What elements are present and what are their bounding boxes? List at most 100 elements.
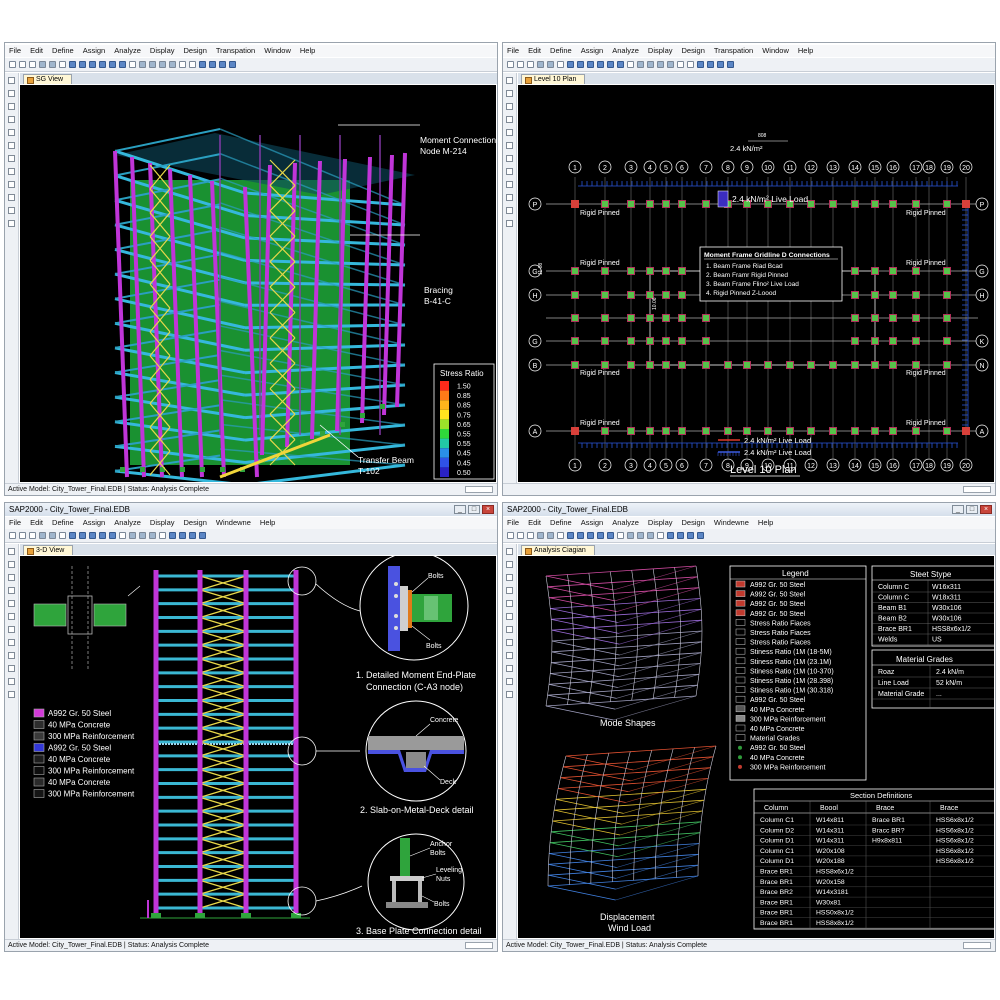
zoom-fit-icon[interactable] [99,61,106,68]
analysis-canvas[interactable]: Mode Shapes Displacement Wind Load Legen… [518,556,994,938]
draw-point-icon[interactable] [506,155,513,162]
menu-item[interactable]: Analyze [114,517,141,529]
draw-area-icon[interactable] [8,600,15,607]
pan-icon[interactable] [119,61,126,68]
select-all-icon[interactable] [506,181,513,188]
help-icon[interactable] [727,61,734,68]
view-3d-icon[interactable] [139,61,146,68]
view-xy-icon[interactable] [139,532,146,539]
draw-brace-icon[interactable] [8,587,15,594]
undo-icon[interactable] [537,532,544,539]
menu-item[interactable]: Design [682,517,705,529]
save-icon[interactable] [527,532,534,539]
save-icon[interactable] [527,61,534,68]
menu-item[interactable]: Window [264,45,291,57]
menu-item[interactable]: Assign [83,517,106,529]
menu-item[interactable]: Windewne [216,517,251,529]
draw-point-icon[interactable] [506,626,513,633]
new-file-icon[interactable] [507,532,514,539]
draw-brace-icon[interactable] [506,116,513,123]
tab-sg-view[interactable]: SG View [23,74,73,84]
menu-item[interactable]: File [9,517,21,529]
section-cut-icon[interactable] [8,168,15,175]
menu-item[interactable]: Windewne [714,517,749,529]
redo-icon[interactable] [49,61,56,68]
save-icon[interactable] [29,532,36,539]
menu-item[interactable]: File [9,45,21,57]
zoom-out-icon[interactable] [89,532,96,539]
menu-item[interactable]: Define [52,45,74,57]
view-yz-icon[interactable] [169,61,176,68]
measure-icon[interactable] [506,220,513,227]
draw-area-icon[interactable] [506,129,513,136]
menu-item[interactable]: Transpation [216,45,255,57]
view-xy-icon[interactable] [637,532,644,539]
menu-item[interactable]: Transpation [714,45,753,57]
table-icon[interactable] [707,61,714,68]
reshape-icon[interactable] [8,561,15,568]
section-cut-icon[interactable] [506,168,513,175]
rotate-icon[interactable] [677,61,684,68]
view-xz-icon[interactable] [149,532,156,539]
undo-icon[interactable] [537,61,544,68]
lock-icon[interactable] [557,532,564,539]
zoom-out-icon[interactable] [587,532,594,539]
section-cut-icon[interactable] [506,639,513,646]
display-icon[interactable] [219,61,226,68]
tab-3d-view[interactable]: 3-D View [23,545,74,555]
display-icon[interactable] [189,532,196,539]
menu-item[interactable]: Design [682,45,705,57]
tab-level-10-plan[interactable]: Level 10 Plan [521,74,586,84]
select-icon[interactable] [617,532,624,539]
draw-wall-icon[interactable] [506,613,513,620]
menu-item[interactable]: File [507,517,519,529]
draw-area-icon[interactable] [506,600,513,607]
draw-point-icon[interactable] [8,155,15,162]
grid-icon[interactable] [697,61,704,68]
view-xy-icon[interactable] [149,61,156,68]
assign-icon[interactable] [506,678,513,685]
draw-brace-icon[interactable] [8,116,15,123]
assign-icon[interactable] [8,207,15,214]
menu-item[interactable]: Help [758,517,773,529]
open-icon[interactable] [19,532,26,539]
pointer-icon[interactable] [506,548,513,555]
reshape-icon[interactable] [8,90,15,97]
menu-item[interactable]: Define [550,517,572,529]
measure-icon[interactable] [8,220,15,227]
draw-wall-icon[interactable] [8,142,15,149]
new-file-icon[interactable] [507,61,514,68]
deselect-icon[interactable] [8,194,15,201]
menu-item[interactable]: Define [550,45,572,57]
menu-item[interactable]: Define [52,517,74,529]
perspective-icon[interactable] [189,61,196,68]
3d-view-canvas[interactable]: A992 Gr. 50 Steel 40 MPa Concrete 300 MPa … [20,556,496,938]
open-icon[interactable] [517,61,524,68]
table-icon[interactable] [677,532,684,539]
zoom-icon[interactable] [567,61,574,68]
select-icon[interactable] [129,61,136,68]
reshape-icon[interactable] [506,561,513,568]
maximize-button[interactable]: □ [966,505,978,514]
menu-item[interactable]: Window [762,45,789,57]
select-all-icon[interactable] [8,652,15,659]
menu-item[interactable]: Analyze [114,45,141,57]
menu-item[interactable]: Edit [528,517,541,529]
zoom-in-icon[interactable] [79,532,86,539]
close-button[interactable]: × [980,505,992,514]
zoom-out-icon[interactable] [89,61,96,68]
menu-item[interactable]: Assign [581,517,604,529]
lock-icon[interactable] [557,61,564,68]
menu-item[interactable]: Assign [83,45,106,57]
help-icon[interactable] [229,61,236,68]
menu-item[interactable]: Design [184,517,207,529]
table-icon[interactable] [179,532,186,539]
menu-item[interactable]: Edit [30,45,43,57]
zoom-icon[interactable] [69,532,76,539]
grid-icon[interactable] [199,61,206,68]
plan-canvas[interactable]: 1 1 2 2 3 3 4 4 5 5 6 6 7 7 8 8 9 9 10 10 11 11 12 12 13 13 14 14 15… [518,85,994,482]
pan-icon[interactable] [109,532,116,539]
reshape-icon[interactable] [506,90,513,97]
select-icon[interactable] [119,532,126,539]
pointer-icon[interactable] [506,77,513,84]
